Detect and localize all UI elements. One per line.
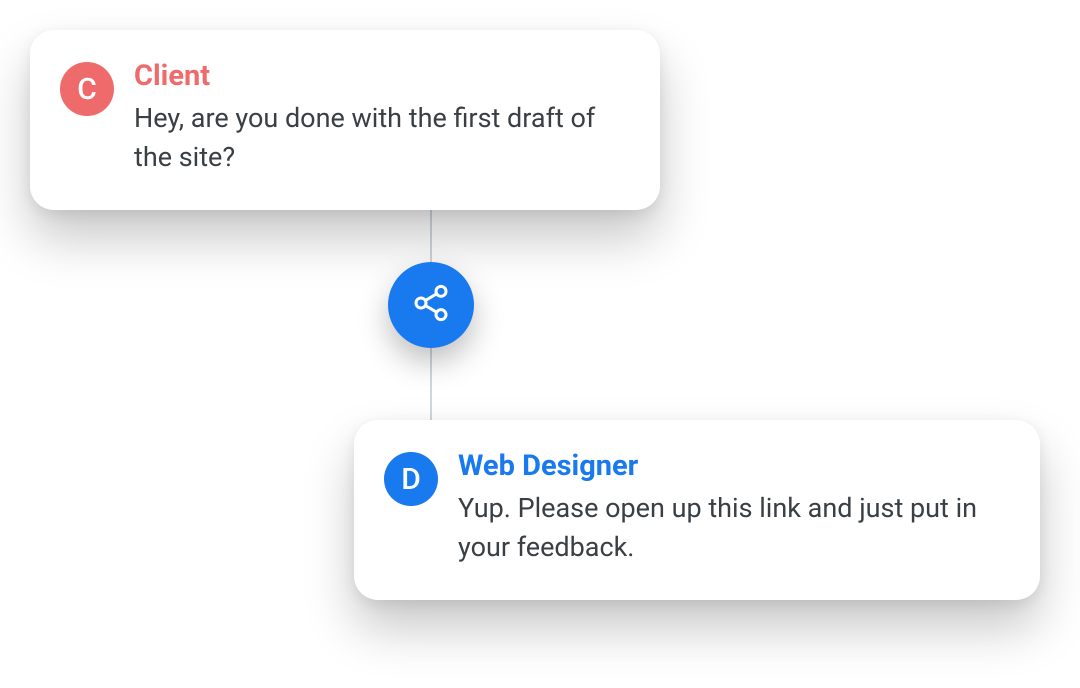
conversation-diagram: C Client Hey, are you done with the firs…: [0, 0, 1080, 688]
designer-title: Web Designer: [458, 450, 1004, 483]
designer-avatar: D: [384, 452, 438, 506]
share-icon: [411, 283, 451, 327]
client-message-text: Hey, are you done with the first draft o…: [134, 99, 624, 176]
designer-message-body: Web Designer Yup. Please open up this li…: [458, 450, 1004, 566]
client-message-body: Client Hey, are you done with the first …: [134, 60, 624, 176]
client-avatar-letter: C: [77, 72, 97, 107]
client-avatar: C: [60, 62, 114, 116]
designer-message-text: Yup. Please open up this link and just p…: [458, 489, 1004, 566]
connector-line-bottom: [430, 345, 432, 423]
client-title: Client: [134, 60, 624, 93]
client-message-card: C Client Hey, are you done with the firs…: [30, 30, 660, 210]
designer-message-card: D Web Designer Yup. Please open up this …: [354, 420, 1040, 600]
share-badge: [388, 262, 474, 348]
designer-avatar-letter: D: [401, 462, 421, 497]
